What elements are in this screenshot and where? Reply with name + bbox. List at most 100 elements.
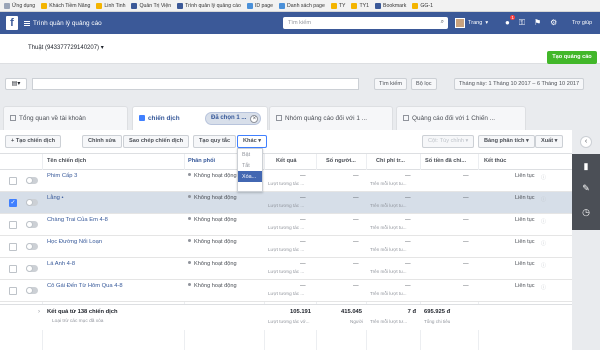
facebook-icon	[375, 2, 381, 9]
date-range-picker[interactable]: Tháng này: 1 Tháng 10 2017 – 6 Tháng 10 …	[454, 78, 585, 90]
column-header-results[interactable]: Kết quả	[276, 158, 297, 164]
results-sub: Lượt tương tác ...	[268, 203, 305, 208]
bookmark-link[interactable]: Danh sách page	[279, 2, 325, 9]
info-icon[interactable]: ⓘ	[541, 174, 546, 181]
menu-item-delete[interactable]: Xóa...	[238, 171, 262, 182]
duplicate-button[interactable]: Sao chép chiến dịch	[123, 135, 190, 148]
user-profile-link[interactable]: Trang ▾	[455, 17, 488, 29]
bookmark-link[interactable]: Trình quản lý quảng cáo	[177, 2, 241, 9]
create-rule-button[interactable]: Tạo quy tắc	[193, 135, 237, 148]
spent-value: —	[463, 239, 469, 245]
row-checkbox[interactable]	[9, 265, 17, 273]
export-button[interactable]: Xuất ▾	[535, 135, 564, 148]
campaign-toggle[interactable]	[26, 243, 38, 250]
info-icon[interactable]: ⓘ	[541, 284, 546, 291]
campaign-toggle[interactable]	[26, 199, 38, 206]
campaign-toggle[interactable]	[26, 177, 38, 184]
bookmark-folder[interactable]: TY	[330, 2, 345, 9]
app-menu[interactable]: Trình quản lý quảng cáo	[24, 20, 102, 27]
lock-icon[interactable]: ⚿	[519, 18, 525, 28]
bookmark-link[interactable]: Bookmark	[375, 2, 406, 9]
campaign-name-link[interactable]: Lá Anh 4-8	[47, 261, 75, 267]
status-dot-icon	[188, 239, 191, 242]
column-header-name[interactable]: Tên chiến dịch	[47, 158, 86, 164]
search-icon: ⌕	[440, 19, 444, 25]
end-value: Liên tục	[515, 261, 535, 267]
pencil-icon[interactable]: ✎	[578, 180, 594, 196]
search-button[interactable]: Tìm kiếm	[374, 78, 407, 90]
spent-value: —	[463, 173, 469, 179]
create-campaign-button[interactable]: + Tạo chiến dịch	[5, 135, 61, 148]
bookmark-folder[interactable]: Linh Tinh	[96, 2, 125, 9]
more-button[interactable]: Khác ▾	[237, 135, 268, 148]
selection-chip[interactable]: Đã chọn 1 ... ×	[205, 112, 262, 125]
campaign-toggle[interactable]	[26, 221, 38, 228]
campaign-name-link[interactable]: Chàng Trai Của Em 4-8	[47, 217, 108, 223]
chevron-right-icon[interactable]: ›	[38, 309, 40, 315]
status-dot-icon	[188, 261, 191, 264]
bar-chart-icon[interactable]: ▮	[578, 158, 594, 174]
menu-item-turn-off[interactable]: Tắt	[238, 160, 262, 171]
row-checkbox[interactable]	[9, 243, 17, 251]
filter-input[interactable]	[32, 78, 359, 90]
info-icon[interactable]: ⓘ	[541, 240, 546, 247]
table-row[interactable]: Lá Anh 4-8 Không hoạt động — Lượt tương tác…	[0, 258, 572, 280]
menu-icon	[24, 20, 30, 26]
campaign-name-link[interactable]: Phim Cấp 3	[47, 173, 77, 179]
campaign-toggle[interactable]	[26, 265, 38, 272]
create-ad-button[interactable]: Tạo quảng cáo	[547, 51, 597, 64]
facebook-logo-icon[interactable]: f	[6, 16, 18, 30]
row-checkbox[interactable]	[9, 177, 17, 185]
campaign-name-link[interactable]: Cô Gái Đến Từ Hôm Qua 4-8	[47, 283, 123, 289]
info-icon[interactable]: ⓘ	[541, 262, 546, 269]
tab-adsets[interactable]: Nhóm quảng cáo đối với 1 ...	[269, 106, 393, 130]
filter-button[interactable]: Bộ lọc	[411, 78, 437, 90]
bookmark-folder[interactable]: Khách Tiềm Năng	[41, 2, 90, 9]
account-selector[interactable]: Thuật (943377729140207) ▾	[28, 44, 104, 51]
view-toggle-button[interactable]: ▤▾	[5, 78, 27, 90]
tab-ads[interactable]: Quảng cáo đối với 1 Chiến ...	[396, 106, 526, 130]
search-input[interactable]: Tìm kiếm ⌕	[283, 17, 448, 29]
delivery-status: Không hoạt động	[188, 283, 237, 289]
bookmark-link[interactable]: ID page	[246, 2, 273, 9]
notification-badge: 1	[510, 15, 515, 20]
bookmark-folder[interactable]: GG-1	[412, 2, 433, 9]
column-header-end[interactable]: Kết thúc	[484, 158, 506, 164]
campaign-name-link[interactable]: Lằng •	[47, 195, 64, 201]
row-checkbox[interactable]: ✓	[9, 199, 17, 207]
gear-icon[interactable]: ⚙	[550, 18, 557, 28]
tab-account-overview[interactable]: Tổng quan về tài khoản	[3, 106, 128, 130]
table-row[interactable]: Cô Gái Đến Từ Hôm Qua 4-8 Không hoạt động…	[0, 280, 572, 302]
column-header-delivery[interactable]: Phân phối	[188, 158, 215, 164]
bookmark-apps[interactable]: Ứng dụng	[4, 2, 35, 9]
edit-button[interactable]: Chỉnh sửa	[82, 135, 122, 148]
reach-value: —	[353, 283, 359, 289]
cost-sub: Trên mỗi lượt tu...	[370, 225, 407, 230]
results-value: —	[300, 261, 306, 267]
help-link[interactable]: Trợ giúp	[572, 20, 592, 26]
row-checkbox[interactable]	[9, 287, 17, 295]
column-header-cost[interactable]: Chi phí tr...	[376, 158, 405, 164]
info-icon[interactable]: ⓘ	[541, 196, 546, 203]
columns-button[interactable]: Cột: Tùy chỉnh ▾	[422, 135, 475, 148]
column-header-spent[interactable]: Số tiền đã chi...	[425, 158, 466, 164]
bookmark-folder[interactable]: TY1	[351, 2, 369, 9]
campaign-toggle[interactable]	[26, 287, 38, 294]
end-value: Liên tục	[515, 173, 535, 179]
bookmark-link[interactable]: Quản Trị Viện	[131, 2, 171, 9]
flag-icon[interactable]: ⚑	[534, 18, 541, 28]
menu-item-turn-on[interactable]: Bật	[238, 149, 262, 160]
column-header-reach[interactable]: Số người...	[326, 158, 356, 164]
breakdown-button[interactable]: Bảng phân tích ▾	[478, 135, 535, 148]
table-row[interactable]: Học Đường Nổi Loạn Không hoạt động — Lượt t…	[0, 236, 572, 258]
close-icon[interactable]: ×	[250, 115, 259, 123]
info-icon[interactable]: ⓘ	[541, 218, 546, 225]
notifications-icon[interactable]: ● 1	[505, 15, 515, 28]
campaign-name-link[interactable]: Học Đường Nổi Loạn	[47, 239, 102, 245]
table-row[interactable]: Phim Cấp 3 Không hoạt động — Lượt tương tác…	[0, 170, 572, 192]
back-circle-icon[interactable]: ‹	[580, 136, 592, 148]
clock-icon[interactable]: ◷	[578, 204, 594, 220]
table-row[interactable]: ✓ Lằng • Không hoạt động — Lượt tương tác ..…	[0, 192, 572, 214]
table-row[interactable]: Chàng Trai Của Em 4-8 Không hoạt động — Lượ…	[0, 214, 572, 236]
row-checkbox[interactable]	[9, 221, 17, 229]
